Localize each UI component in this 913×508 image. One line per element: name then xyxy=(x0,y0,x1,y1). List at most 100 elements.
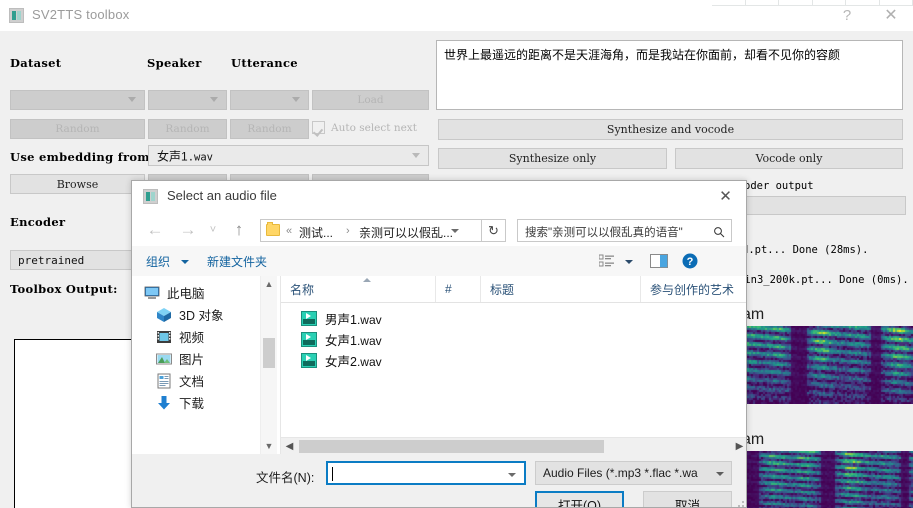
file-type-filter-combo[interactable]: Audio Files (*.mp3 *.flac *.wa xyxy=(535,461,732,485)
recent-locations-icon[interactable]: ˅ xyxy=(202,219,224,241)
downloads-icon xyxy=(156,395,172,411)
text-input[interactable]: 世界上最遥远的距离不是天涯海角，而是我站在你面前，却看不见你的容颜 xyxy=(436,40,903,110)
documents-icon xyxy=(156,373,172,389)
auto-select-next-checkbox[interactable]: Auto select next xyxy=(312,121,417,134)
open-button[interactable]: 打开(O) xyxy=(535,491,624,507)
search-icon xyxy=(713,225,725,238)
file-list-header: 名称 # 标题 参与创作的艺术 xyxy=(281,276,746,303)
scroll-up-icon[interactable]: ▲ xyxy=(261,276,277,292)
column-track-number[interactable]: # xyxy=(436,276,481,302)
app-title: SV2TTS toolbox xyxy=(32,7,130,22)
address-sep-1: « xyxy=(286,225,293,237)
scroll-left-icon[interactable]: ◀ xyxy=(281,438,298,455)
this-pc-icon xyxy=(144,285,160,301)
spectrogram-2 xyxy=(745,451,913,508)
scroll-right-icon[interactable]: ▶ xyxy=(731,438,746,455)
forward-icon[interactable]: → xyxy=(177,219,199,241)
dialog-app-logo-icon xyxy=(143,189,158,204)
dialog-title: Select an audio file xyxy=(167,188,277,203)
scrollbar-thumb[interactable] xyxy=(263,338,275,368)
window-edge-artifact xyxy=(712,0,913,6)
file-name: 女声2.wav xyxy=(325,355,382,369)
chevron-down-icon xyxy=(210,97,218,102)
synthesize-only-button[interactable]: Synthesize only xyxy=(438,148,667,169)
up-one-level-icon[interactable]: ↑ xyxy=(228,219,250,241)
file-row-1[interactable]: 男声1.wav xyxy=(281,308,746,329)
sidebar-item-label: 此电脑 xyxy=(167,287,205,301)
chevron-down-icon xyxy=(716,472,724,476)
dialog-close-button[interactable]: ✕ xyxy=(709,184,742,209)
search-box[interactable]: 搜索"亲测可以以假乱真的语音" xyxy=(517,219,732,242)
organize-menu[interactable]: 组织 xyxy=(146,253,170,270)
load-button[interactable]: Load xyxy=(312,90,429,110)
wav-file-icon xyxy=(301,311,317,326)
checkmark-icon xyxy=(312,121,325,134)
speaker-combo[interactable] xyxy=(148,90,227,110)
label-speaker: Speaker xyxy=(147,56,202,70)
random-dataset-button[interactable]: Random xyxy=(10,119,145,139)
text-input-value: 世界上最遥远的距离不是天涯海角，而是我站在你面前，却看不见你的容颜 xyxy=(444,48,841,62)
wav-file-icon xyxy=(301,332,317,347)
view-options-chevron-down-icon[interactable] xyxy=(625,260,633,264)
cancel-button[interactable]: 取消 xyxy=(643,491,732,507)
random-speaker-button[interactable]: Random xyxy=(148,119,227,139)
breadcrumb-1[interactable]: 测试... xyxy=(299,224,333,241)
search-input[interactable]: 搜索"亲测可以以假乱真的语音" xyxy=(525,224,683,240)
column-track-number-label: # xyxy=(445,282,452,296)
file-row-2[interactable]: 女声1.wav xyxy=(281,329,746,350)
dataset-combo[interactable] xyxy=(10,90,145,110)
file-type-filter-value: Audio Files (*.mp3 *.flac *.wa xyxy=(543,466,698,480)
scroll-down-icon[interactable]: ▼ xyxy=(261,438,277,454)
refresh-button[interactable]: ↻ xyxy=(482,219,506,242)
column-title-label: 标题 xyxy=(490,282,515,297)
dialog-toolbar: 组织 新建文件夹 ? xyxy=(132,246,746,277)
preview-pane-icon[interactable] xyxy=(650,254,668,273)
file-name: 女声1.wav xyxy=(325,334,382,348)
vocode-only-button[interactable]: Vocode only xyxy=(675,148,903,169)
chevron-down-icon xyxy=(128,97,136,102)
select-audio-file-dialog: Select an audio file ✕ ← → ˅ ↑ « 测试... ›… xyxy=(131,180,747,508)
resize-grip[interactable] xyxy=(734,497,744,507)
column-name-label: 名称 xyxy=(290,282,315,297)
dialog-footer: 文件名(N): Audio Files (*.mp3 *.flac *.wa 打… xyxy=(132,454,746,507)
pictures-icon xyxy=(156,351,172,367)
help-icon[interactable]: ? xyxy=(682,253,698,274)
breadcrumb-2[interactable]: 亲测可以以假乱... xyxy=(359,224,453,241)
file-list-horizontal-scrollbar[interactable]: ◀ ▶ xyxy=(281,437,746,455)
spectrogram-1 xyxy=(745,326,913,404)
address-bar[interactable]: « 测试... › 亲测可以以假乱... xyxy=(260,219,482,242)
synthesize-and-vocode-button[interactable]: Synthesize and vocode xyxy=(438,119,903,140)
label-use-embedding-from: Use embedding from: xyxy=(10,150,155,164)
sidebar-item-label: 文档 xyxy=(179,375,205,389)
chevron-down-icon[interactable] xyxy=(181,260,189,264)
embedding-combo[interactable]: 女声1.wav xyxy=(148,145,429,166)
close-button[interactable]: ✕ xyxy=(876,3,906,28)
file-name: 男声1.wav xyxy=(325,313,382,327)
help-button[interactable]: ? xyxy=(832,3,862,28)
browse-button[interactable]: Browse xyxy=(10,174,145,194)
chevron-down-icon[interactable] xyxy=(508,473,516,477)
text-cursor xyxy=(332,467,333,481)
column-title[interactable]: 标题 xyxy=(481,276,641,302)
dialog-content: 此电脑 3D 对象 视频 图片 文档 下载 ▲ ▼ 名称 # 标题 参与创作的艺… xyxy=(132,276,746,455)
synthesizer-output-combo[interactable] xyxy=(740,196,906,215)
column-contributing-artists[interactable]: 参与创作的艺术 xyxy=(641,276,746,302)
view-list-icon[interactable] xyxy=(598,254,615,273)
file-row-3[interactable]: 女声2.wav xyxy=(281,350,746,371)
new-folder-button[interactable]: 新建文件夹 xyxy=(207,253,267,270)
label-toolbox-output: Toolbox Output: xyxy=(10,282,118,296)
back-icon[interactable]: ← xyxy=(144,219,166,241)
sidebar-item-label: 3D 对象 xyxy=(179,309,224,323)
dialog-titlebar: Select an audio file ✕ xyxy=(132,181,746,212)
filename-input[interactable] xyxy=(326,461,526,485)
auto-select-next-label: Auto select next xyxy=(331,121,417,134)
sidebar-item-label: 视频 xyxy=(179,331,205,345)
sidebar-scrollbar[interactable]: ▲ ▼ xyxy=(260,276,277,454)
hscrollbar-thumb[interactable] xyxy=(299,440,604,453)
utterance-combo[interactable] xyxy=(230,90,309,110)
column-name[interactable]: 名称 xyxy=(281,276,436,302)
chevron-down-icon[interactable] xyxy=(451,229,459,233)
places-sidebar: 此电脑 3D 对象 视频 图片 文档 下载 ▲ ▼ xyxy=(132,276,281,454)
app-logo-icon xyxy=(9,8,24,23)
random-utterance-button[interactable]: Random xyxy=(230,119,309,139)
